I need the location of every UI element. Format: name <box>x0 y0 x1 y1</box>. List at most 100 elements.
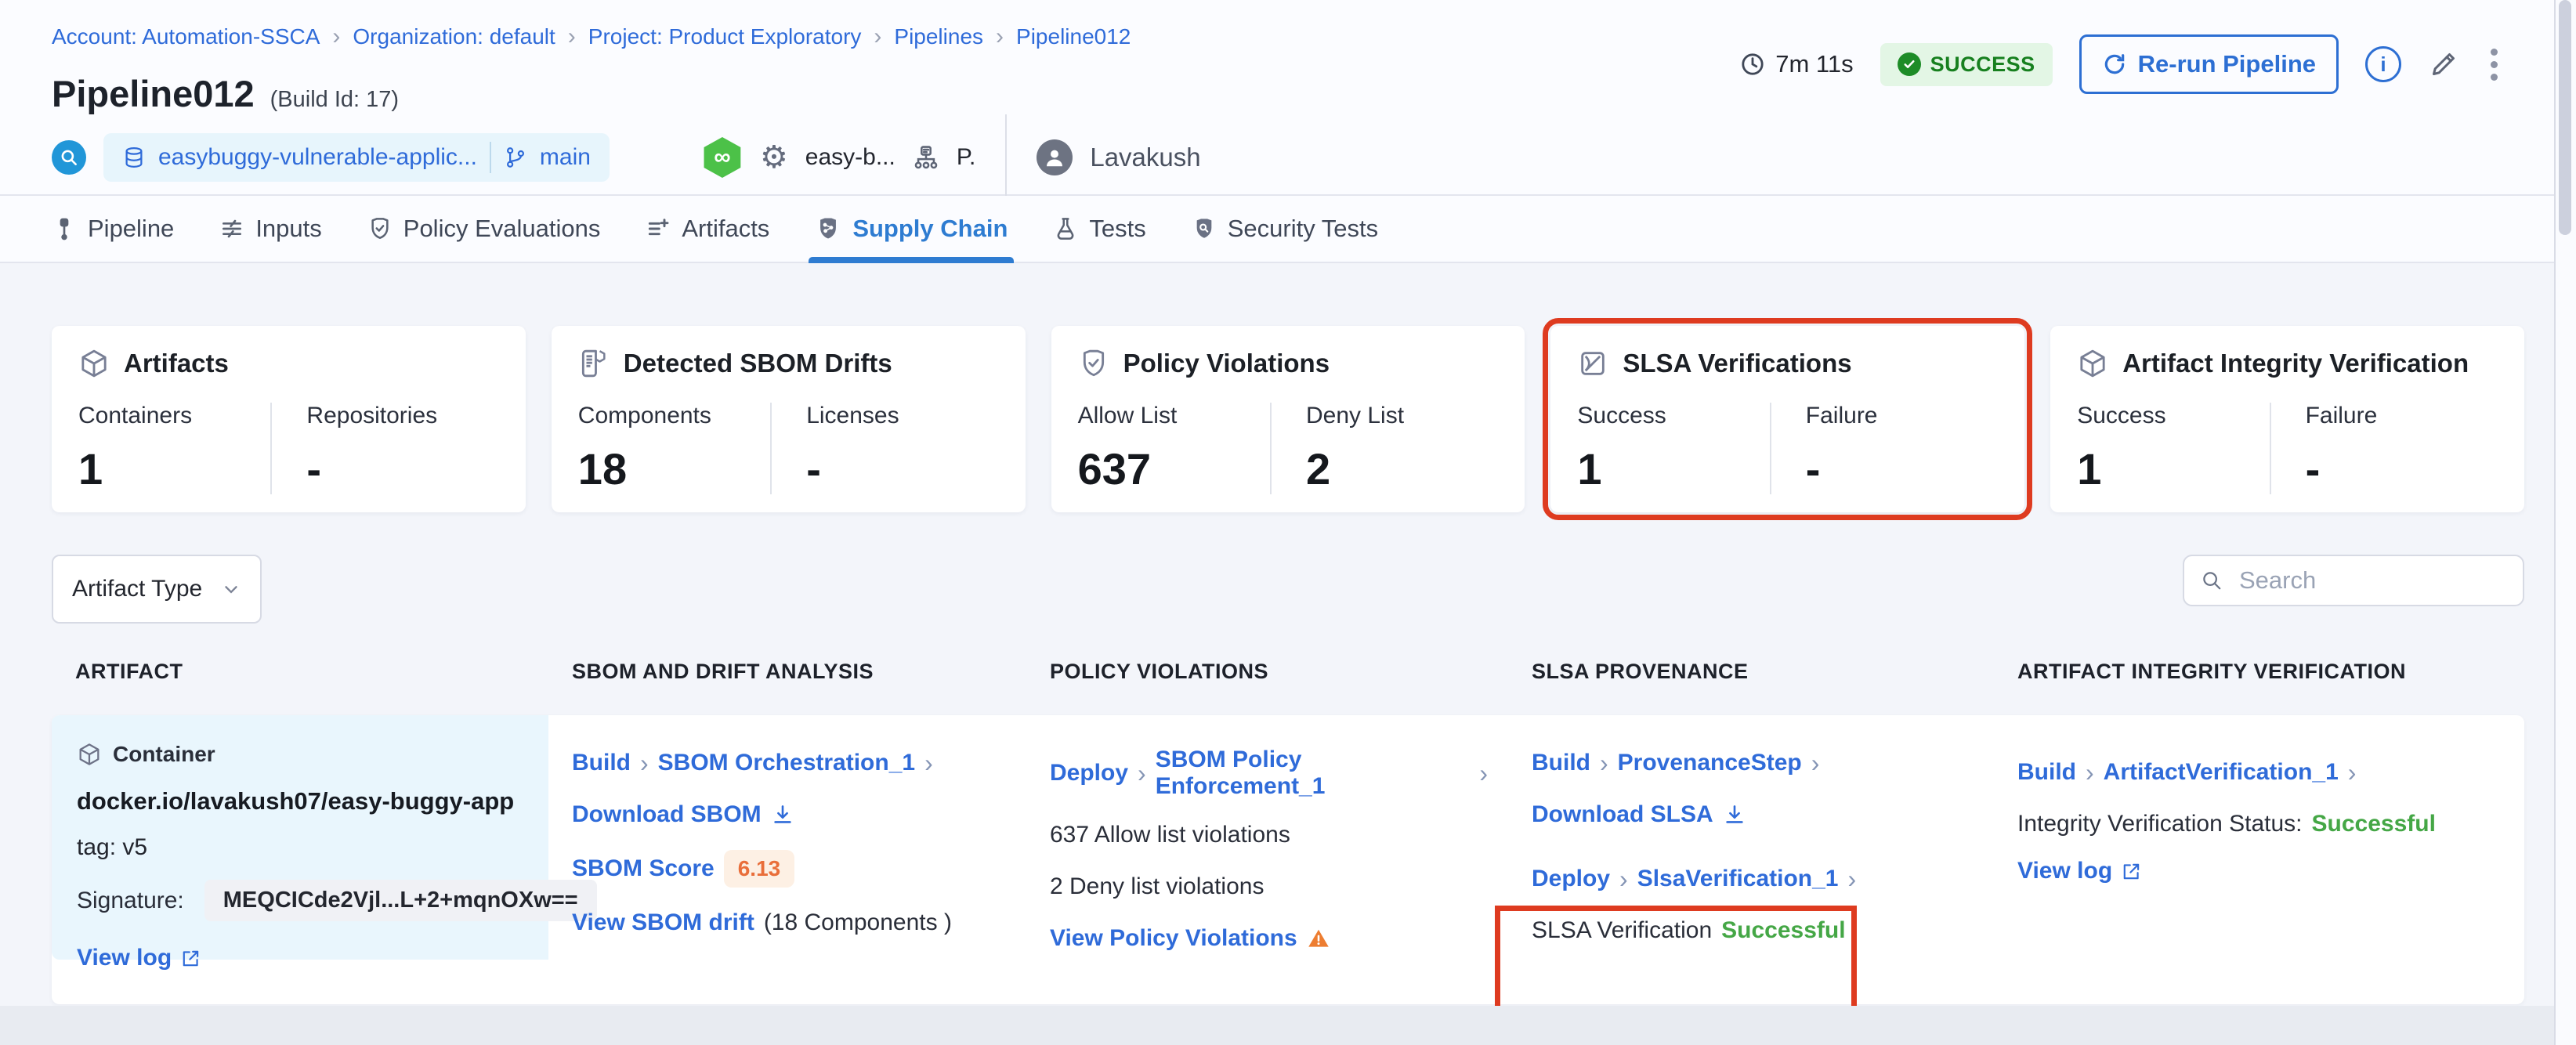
stat-licenses: Licenses - <box>770 403 998 494</box>
card-slsa-verifications: SLSA Verifications Success 1 Failure - <box>1543 318 2033 520</box>
download-sbom-link[interactable]: Download SBOM <box>572 801 762 828</box>
slsa-verification-step-link[interactable]: SlsaVerification_1 <box>1637 866 1839 892</box>
slsa-icon <box>1577 348 1608 379</box>
download-icon[interactable] <box>771 803 794 826</box>
tab-pipeline[interactable]: Pipeline <box>52 196 174 262</box>
build-id: (Build Id: 17) <box>270 87 400 112</box>
tab-security-tests[interactable]: Security Tests <box>1192 196 1378 262</box>
branch-name[interactable]: main <box>540 144 591 171</box>
sbom-score-link[interactable]: SBOM Score <box>572 855 715 882</box>
ci-module-icon: ∞ <box>704 137 741 178</box>
policy-stage-link[interactable]: Deploy <box>1050 760 1128 786</box>
artifact-type-dropdown[interactable]: Artifact Type <box>52 555 262 624</box>
search-input[interactable] <box>2238 566 2507 595</box>
provenance-step-link[interactable]: ProvenanceStep <box>1618 750 1802 776</box>
policy-step-link[interactable]: SBOM Policy Enforcement_1 <box>1156 747 1471 800</box>
artifacts-list-icon <box>646 216 671 241</box>
tab-policy-evaluations[interactable]: Policy Evaluations <box>367 196 601 262</box>
flask-icon <box>1053 216 1078 241</box>
rerun-label: Re-run Pipeline <box>2137 50 2316 78</box>
tab-tests[interactable]: Tests <box>1053 196 1146 262</box>
check-circle-icon <box>1897 52 1921 76</box>
breadcrumb-project[interactable]: Project: Product Exploratory <box>588 24 862 49</box>
edit-icon[interactable] <box>2428 49 2459 80</box>
execution-tabs: Pipeline Inputs Policy Evaluations Artif… <box>0 196 2554 263</box>
codebase-search-icon <box>52 140 86 175</box>
card-title: Policy Violations <box>1123 349 1330 378</box>
trigger-label: easy-b... <box>805 144 895 170</box>
title-row: Pipeline012 (Build Id: 17) <box>52 72 399 115</box>
artifact-name: docker.io/lavakush07/easy-buggy-app <box>77 787 515 815</box>
view-policy-violations-link[interactable]: View Policy Violations <box>1050 925 1297 952</box>
supply-chain-content: Artifacts Containers 1 Repositories - De… <box>0 263 2554 1045</box>
tab-artifacts[interactable]: Artifacts <box>646 196 769 262</box>
chevron-right-icon: › <box>924 748 933 777</box>
artifact-type-tag: Container <box>77 742 525 767</box>
tab-supply-chain[interactable]: Supply Chain <box>809 196 1015 263</box>
chevron-right-icon: › <box>2347 758 2357 786</box>
repo-branch-chip[interactable]: easybuggy-vulnerable-applic... main <box>103 133 610 182</box>
pipeline-icon <box>52 216 77 241</box>
tab-label: Pipeline <box>88 215 175 242</box>
meta-divider <box>1005 114 1008 201</box>
view-log-link[interactable]: View log <box>2017 858 2112 884</box>
breadcrumb-organization[interactable]: Organization: default <box>353 24 555 49</box>
download-slsa-link[interactable]: Download SLSA <box>1532 801 1713 828</box>
header: Account: Automation-SSCA › Organization:… <box>0 0 2554 201</box>
slsa-build-stage-link[interactable]: Build <box>1532 750 1590 776</box>
stat-containers: Containers 1 <box>78 403 193 494</box>
gear-icon: ⚙ <box>759 140 788 175</box>
pipeline-execution-page: Account: Automation-SSCA › Organization:… <box>0 0 2576 1045</box>
execution-meta-row: easybuggy-vulnerable-applic... main ∞ ⚙ … <box>52 114 1201 201</box>
chevron-right-icon: › <box>1138 758 1146 787</box>
table-header: ARTIFACT SBOM AND DRIFT ANALYSIS POLICY … <box>52 660 2524 684</box>
sbom-scroll-icon <box>578 348 610 379</box>
more-options-icon[interactable] <box>2486 44 2502 85</box>
chevron-right-icon: › <box>1847 864 1857 893</box>
tab-inputs[interactable]: Inputs <box>219 196 322 262</box>
pill-divider <box>489 142 491 173</box>
view-log-link[interactable]: View log <box>77 945 172 971</box>
card-artifacts: Artifacts Containers 1 Repositories - <box>52 326 526 512</box>
card-title: Artifact Integrity Verification <box>2122 349 2469 378</box>
breadcrumb-pipeline012[interactable]: Pipeline012 <box>1016 24 1131 49</box>
clock-icon <box>1739 51 1766 78</box>
signature-value[interactable]: MEQCICde2Vjl...L+2+mqnOXw== <box>204 880 597 921</box>
view-sbom-drift-link[interactable]: View SBOM drift <box>572 909 754 936</box>
artifact-signature-row: Signature: MEQCICde2Vjl...L+2+mqnOXw== <box>77 880 597 921</box>
deny-list-violations: 2 Deny list violations <box>1050 873 1264 899</box>
download-icon[interactable] <box>1723 803 1746 826</box>
integrity-cell: Build › ArtifactVerification_1 › Integri… <box>1994 715 2524 1004</box>
card-title: SLSA Verifications <box>1623 349 1852 378</box>
column-header-artifact: ARTIFACT <box>75 660 183 683</box>
sbom-step-link[interactable]: SBOM Orchestration_1 <box>658 750 915 776</box>
duration-text: 7m 11s <box>1775 50 1854 78</box>
chevron-right-icon: › <box>996 24 1004 49</box>
cube-icon <box>2077 348 2108 379</box>
info-icon[interactable]: i <box>2365 46 2401 82</box>
view-log-row: View log <box>77 942 525 974</box>
supply-chain-shield-icon <box>815 215 841 242</box>
slsa-deploy-stage-link[interactable]: Deploy <box>1532 866 1610 892</box>
inputs-icon <box>219 216 244 241</box>
repo-name[interactable]: easybuggy-vulnerable-applic... <box>158 144 477 171</box>
rerun-pipeline-button[interactable]: Re-run Pipeline <box>2079 34 2339 94</box>
sbom-stage-link[interactable]: Build <box>572 750 631 776</box>
repository-icon <box>122 146 146 169</box>
scrollbar-thumb[interactable] <box>2559 0 2571 235</box>
header-actions: 7m 11s SUCCESS Re-run Pipeline i <box>1739 34 2502 94</box>
vertical-scrollbar[interactable] <box>2554 0 2576 1045</box>
integrity-stage-link[interactable]: Build <box>2017 759 2076 786</box>
card-artifact-integrity: Artifact Integrity Verification Success … <box>2050 326 2524 512</box>
column-header-sbom: SBOM AND DRIFT ANALYSIS <box>572 660 874 683</box>
integrity-step-link[interactable]: ArtifactVerification_1 <box>2104 759 2339 786</box>
column-header-slsa: SLSA PROVENANCE <box>1532 660 1749 683</box>
slsa-verification-status: Successful <box>1721 917 1846 943</box>
breadcrumb-account[interactable]: Account: Automation-SSCA <box>52 24 320 49</box>
stat-components: Components 18 <box>577 403 711 494</box>
breadcrumb-pipelines[interactable]: Pipelines <box>894 24 983 49</box>
artifact-type-text: Container <box>113 742 215 766</box>
tab-label: Policy Evaluations <box>403 215 601 242</box>
slsa-verification-label: SLSA Verification <box>1532 917 1713 943</box>
column-header-integrity: ARTIFACT INTEGRITY VERIFICATION <box>2017 660 2407 683</box>
